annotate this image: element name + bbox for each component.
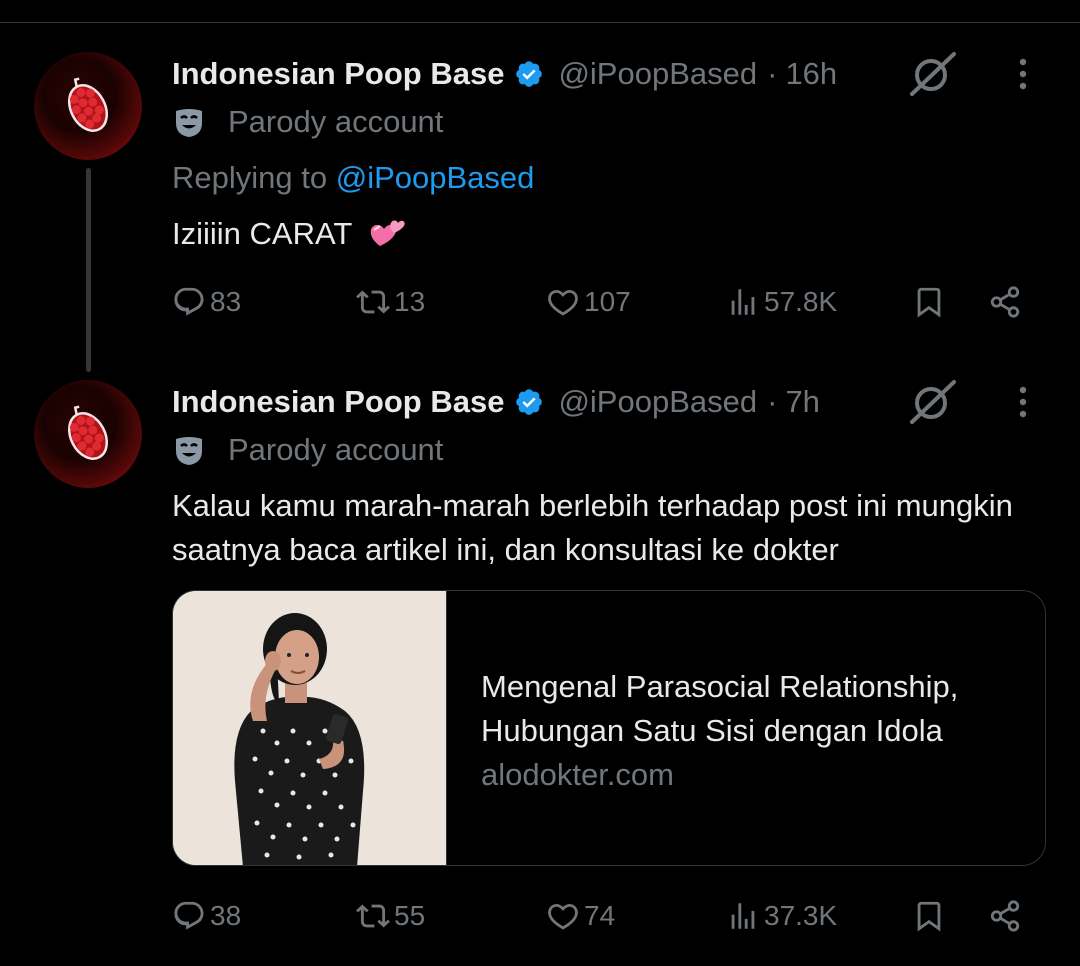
avatar-durian-icon bbox=[67, 405, 109, 460]
parody-account-text: Parody account bbox=[228, 104, 444, 139]
timestamp[interactable]: 16h bbox=[785, 56, 837, 92]
tweet-header: Indonesian Poop Base @iPoopBased · 16h bbox=[172, 54, 837, 94]
reply-icon bbox=[174, 287, 204, 316]
repost-count: 55 bbox=[394, 900, 426, 931]
repost-icon bbox=[356, 904, 390, 928]
avatar[interactable] bbox=[34, 380, 142, 488]
views-count: 37.3K bbox=[764, 900, 838, 931]
repost-button[interactable]: 55 bbox=[356, 894, 425, 938]
woman-with-phone-illustration bbox=[173, 591, 446, 865]
author-name[interactable]: Indonesian Poop Base bbox=[172, 56, 504, 92]
replying-to: Replying to @iPoopBased bbox=[172, 160, 534, 196]
views-icon bbox=[731, 903, 755, 929]
repost-button[interactable]: 13 bbox=[356, 280, 425, 324]
replying-mention-link[interactable]: @iPoopBased bbox=[336, 160, 535, 195]
card-domain[interactable]: alodokter.com bbox=[481, 753, 1041, 797]
views-count: 57.8K bbox=[764, 286, 838, 317]
tweet-header: Indonesian Poop Base @iPoopBased · 7h bbox=[172, 382, 820, 422]
tweet-actions: 38 55 74 37.3K bbox=[172, 894, 1042, 938]
separator-dot: · bbox=[767, 56, 778, 91]
avatar[interactable] bbox=[34, 52, 142, 160]
tweet[interactable]: Indonesian Poop Base @iPoopBased · 16h P… bbox=[0, 50, 1080, 370]
verified-badge-icon[interactable] bbox=[514, 59, 544, 89]
bookmark-button[interactable] bbox=[912, 894, 946, 938]
verified-badge-icon[interactable] bbox=[514, 387, 544, 417]
author-handle[interactable]: @iPoopBased bbox=[558, 56, 757, 92]
replying-prefix: Replying to bbox=[172, 160, 328, 195]
views-button[interactable]: 57.8K bbox=[726, 280, 837, 324]
reply-count: 38 bbox=[210, 900, 242, 931]
grok-icon[interactable] bbox=[908, 378, 958, 424]
parody-mask-icon bbox=[176, 109, 202, 137]
parody-mask-icon bbox=[176, 437, 202, 465]
tweet[interactable]: Indonesian Poop Base @iPoopBased · 7h Pa… bbox=[0, 378, 1080, 966]
revolving-hearts-emoji-icon bbox=[371, 220, 406, 246]
parody-label: Parody account bbox=[172, 104, 443, 140]
like-button[interactable]: 74 bbox=[546, 894, 615, 938]
parody-account-text: Parody account bbox=[228, 432, 444, 467]
reply-button[interactable]: 38 bbox=[172, 894, 241, 938]
card-thumbnail-image bbox=[173, 591, 447, 865]
separator-dot: · bbox=[767, 384, 778, 419]
grok-icon[interactable] bbox=[908, 50, 958, 96]
repost-count: 13 bbox=[394, 286, 426, 317]
reply-count: 83 bbox=[210, 286, 242, 317]
avatar-durian-icon bbox=[67, 77, 109, 132]
more-icon[interactable] bbox=[1008, 56, 1038, 92]
views-icon bbox=[731, 289, 755, 315]
share-button[interactable] bbox=[988, 280, 1022, 324]
like-icon bbox=[548, 903, 578, 930]
more-icon[interactable] bbox=[1008, 384, 1038, 420]
like-count: 107 bbox=[584, 286, 631, 317]
reply-button[interactable]: 83 bbox=[172, 280, 241, 324]
top-divider bbox=[0, 22, 1080, 23]
views-button[interactable]: 37.3K bbox=[726, 894, 837, 938]
bookmark-icon bbox=[917, 901, 941, 932]
author-handle[interactable]: @iPoopBased bbox=[558, 384, 757, 420]
timestamp[interactable]: 7h bbox=[785, 384, 819, 420]
bookmark-button[interactable] bbox=[912, 280, 946, 324]
tweet-actions: 83 13 107 57.8K bbox=[172, 280, 1042, 324]
card-title[interactable]: Mengenal Parasocial Relationship, Hubung… bbox=[481, 665, 1041, 753]
like-button[interactable]: 107 bbox=[546, 280, 631, 324]
like-icon bbox=[548, 289, 578, 316]
card-text: Mengenal Parasocial Relationship, Hubung… bbox=[481, 665, 1041, 797]
tweet-text: Iziiiin CARAT bbox=[172, 212, 406, 256]
reply-icon bbox=[174, 901, 204, 930]
tweet-text: Kalau kamu marah-marah berlebih terhadap… bbox=[172, 488, 1013, 567]
parody-label: Parody account bbox=[172, 432, 443, 468]
link-preview-card[interactable]: Mengenal Parasocial Relationship, Hubung… bbox=[172, 590, 1046, 866]
share-icon bbox=[990, 900, 1020, 932]
like-count: 74 bbox=[584, 900, 616, 931]
share-icon bbox=[990, 286, 1020, 318]
share-button[interactable] bbox=[988, 894, 1022, 938]
tweet-text-content: Iziiiin CARAT bbox=[172, 216, 352, 251]
repost-icon bbox=[356, 290, 390, 314]
bookmark-icon bbox=[917, 287, 941, 318]
author-name[interactable]: Indonesian Poop Base bbox=[172, 384, 504, 420]
